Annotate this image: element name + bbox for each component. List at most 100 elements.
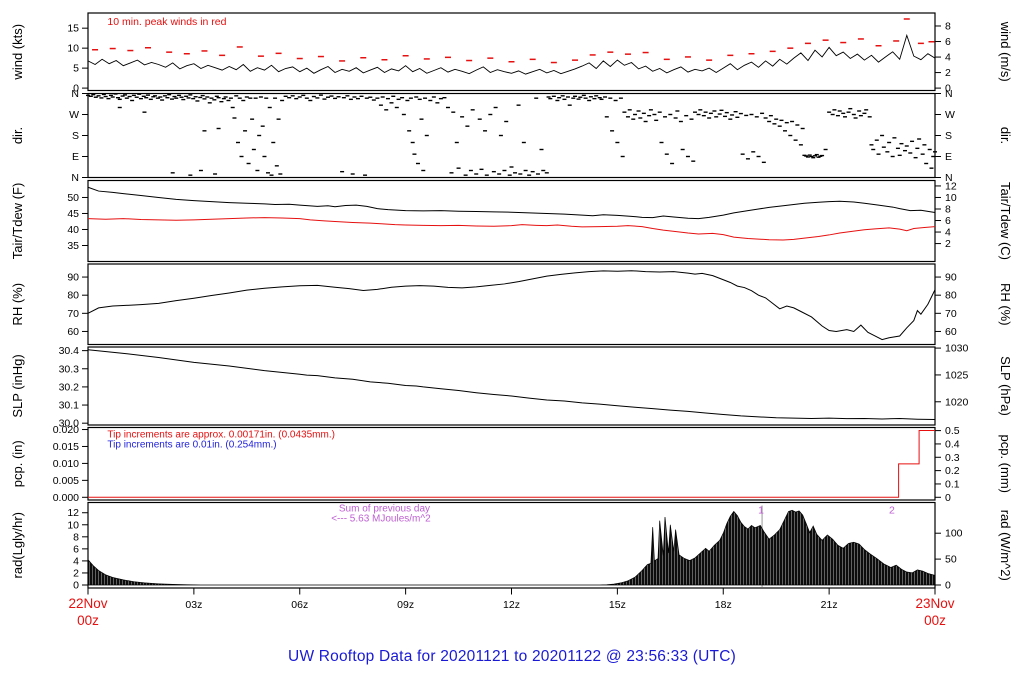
left-axis-title-rh: RH (%) [10,283,25,326]
panel-frame-slp [87,346,936,426]
right-tick-label: 8 [945,20,951,32]
annotation-wind-0: 10 min. peak winds in red [107,16,226,28]
left-tick-label: N [71,172,79,184]
left-tick-label: N [71,88,79,100]
left-tick-label: 35 [67,240,79,252]
right-tick-label: 4 [945,52,951,64]
left-tick-label: E [72,151,79,163]
series-wind-direction-deg [86,93,937,176]
right-axis-title-rad: rad (W/m^2) [998,510,1013,581]
series-rh-percent [87,270,936,341]
left-tick-label: 80 [67,290,79,302]
left-tick-label: 12 [67,507,79,519]
left-tick-label: 6 [73,543,79,555]
right-tick-label: 0.5 [945,425,960,437]
panel-rad: 024681012050100rad(Lgly/hr) rad (W/m^2)Su… [10,501,1013,591]
left-tick-label: 30.1 [59,400,80,412]
right-tick-label: 0.1 [945,478,960,490]
right-tick-label: 0.2 [945,465,960,477]
right-tick-label: 0.4 [945,438,960,450]
x-axis-hour-label: 06z [291,599,308,611]
x-axis-hour-label: 09z [397,599,414,611]
left-tick-label: 10 [67,519,79,531]
right-tick-label: 60 [945,326,957,338]
annotation-pcp-1: Tip increments are 0.01in. (0.254mm.) [107,440,276,451]
right-tick-label: N [945,88,953,100]
right-tick-label: W [945,109,955,121]
left-tick-label: 10 [67,43,79,55]
left-tick-label: 0.010 [53,458,79,470]
panel-frame-dir [87,92,936,179]
left-tick-label: 4 [73,555,79,567]
chart-canvas: 05101502468wind (kts) wind (m/s)10 min. p… [10,12,1013,628]
right-tick-label: 2 [945,67,951,79]
right-tick-label: 100 [945,528,963,540]
x-axis-group: 22Nov 00z 03z 06z 09z 12z 15z 18z 21z 23Nov 00z [68,588,955,628]
series-solar-radiation-lgly-hr [87,509,936,586]
right-tick-label: 90 [945,272,957,284]
right-tick-label: 8 [945,203,951,215]
x-axis-date-label: 22Nov [68,596,107,611]
right-tick-label: 1020 [945,396,969,408]
left-axis-title-wind: wind (kts) [10,24,25,81]
right-tick-label: 1025 [945,369,969,381]
x-axis-hour-label: 03z [185,599,202,611]
right-tick-label: 50 [945,554,957,566]
x-axis-hour-label: 21z [821,599,838,611]
right-tick-label: 4 [945,227,951,239]
right-tick-label: 0.3 [945,452,960,464]
panel-dir: NWSENNWSENdir. dir. [10,88,1013,184]
left-tick-label: 50 [67,192,79,204]
x-axis-hour-label: 18z [715,599,732,611]
right-axis-title-slp: SLP (hPa) [998,356,1013,416]
x-axis-date-label: 23Nov [915,596,954,611]
right-tick-label: S [945,130,952,142]
left-tick-label: 0.020 [53,424,79,436]
right-axis-title-pcp: pcp. (mm) [998,435,1013,494]
panel-temp: 35 40 45 50 24681012 Tair/Tdew (F) Tair/Tdew (… [10,179,1013,263]
left-axis-title-temp: Tair/Tdew (F) [10,183,25,260]
annotation-rad-2: 1 [758,505,764,517]
left-axis-title-dir: dir. [10,127,25,144]
right-tick-label: E [945,151,952,163]
panel-wind: 05101502468wind (kts) wind (m/s)10 min. p… [10,12,1013,95]
annotation-rad-3: 2 [889,505,895,517]
left-tick-label: 0.015 [53,441,79,453]
left-tick-label: 30.3 [59,363,80,375]
x-axis-hour-label: 12z [503,599,520,611]
left-axis-title-pcp: pcp. (in) [10,440,25,487]
left-tick-label: 5 [73,63,79,75]
panel-frame-rh [87,263,936,346]
left-tick-label: 2 [73,567,79,579]
right-tick-label: 6 [945,215,951,227]
right-tick-label: 10 [945,192,957,204]
left-tick-label: 60 [67,326,79,338]
x-axis-date-label: 00z [77,613,99,628]
panels-group: 05101502468wind (kts) wind (m/s)10 min. p… [10,12,1013,591]
left-axis-title-slp: SLP (inHg) [10,354,25,417]
left-tick-label: 90 [67,272,79,284]
left-tick-label: S [72,130,79,142]
panel-rh: 60 70 80 90 60 70 80 90 RH (%) RH (%) [10,263,1013,346]
left-tick-label: 0 [73,579,79,591]
left-tick-label: 15 [67,23,79,35]
left-tick-label: W [69,109,79,121]
left-tick-label: 0.005 [53,475,79,487]
right-tick-label: 12 [945,180,957,192]
left-tick-label: 30.2 [59,381,80,393]
left-axis-title-rad: rad(Lgly/hr) [10,512,25,578]
right-tick-label: 70 [945,308,957,320]
x-axis-date-label: 00z [924,613,946,628]
left-tick-label: 45 [67,208,79,220]
right-axis-title-wind: wind (m/s) [998,21,1013,82]
uw-rooftop-weather-figure: 0 5 10 15 0 2 4 6 8 wind (kts) wind (m/s) 10 min. p… [0,0,1024,700]
right-tick-label: 6 [945,36,951,48]
panel-pcp: 0.000 0.005 0.010 0.015 0.020 0 0.10.20.3 0.40.… [10,424,1013,504]
right-tick-label: 1030 [945,343,969,355]
right-tick-label: 0 [945,492,951,504]
series-tdew-f [87,217,936,241]
left-tick-label: 0.000 [53,492,79,504]
series-slp-inhg [87,349,936,421]
right-axis-title-temp: Tair/Tdew (C) [998,182,1013,260]
right-tick-label: 0 [945,579,951,591]
